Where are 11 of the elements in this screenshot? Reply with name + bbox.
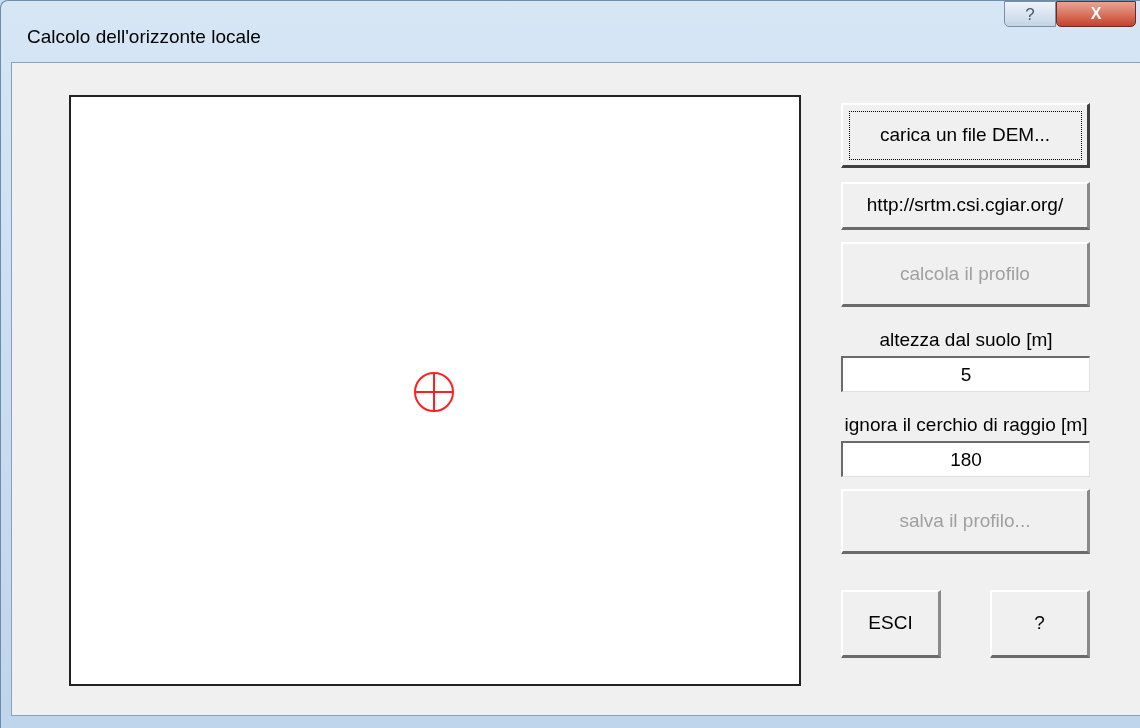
- dialog-button[interactable]: ESCI: [841, 590, 941, 658]
- action-button[interactable]: carica un file DEM...: [841, 103, 1090, 168]
- window-title: Calcolo dell'orizzonte locale: [27, 25, 261, 49]
- drawing-canvas[interactable]: [69, 95, 801, 686]
- input-field[interactable]: 5: [841, 356, 1090, 392]
- action-button[interactable]: http://srtm.csi.cgiar.org/: [841, 182, 1090, 230]
- help-button[interactable]: ?: [1004, 1, 1056, 27]
- input-field[interactable]: 180: [841, 441, 1090, 477]
- field-label: altezza dal suolo [m]: [878, 329, 1054, 351]
- dialog-button[interactable]: ?: [990, 590, 1090, 658]
- field-label: ignora il cerchio di raggio [m]: [843, 414, 1089, 436]
